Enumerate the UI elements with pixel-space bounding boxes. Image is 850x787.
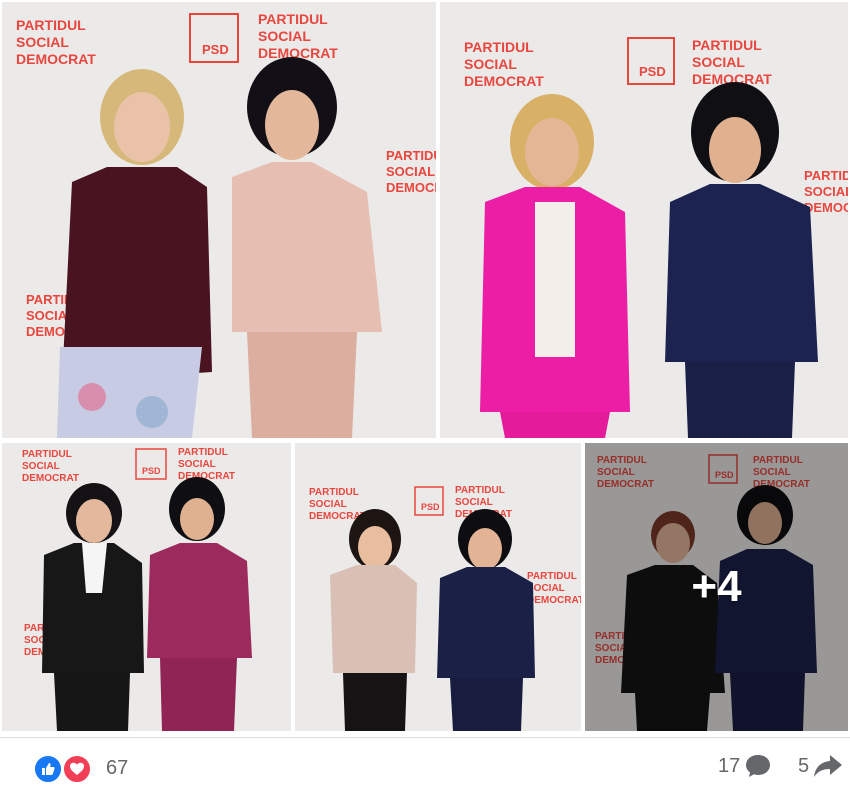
wordmark-text: PARTIDUL bbox=[16, 17, 86, 33]
wordmark-text: SOCIAL bbox=[16, 34, 69, 50]
photo-2[interactable]: PARTIDUL SOCIAL DEMOCRAT PSD PARTIDUL SO… bbox=[440, 2, 848, 438]
share-count-button[interactable]: 5 bbox=[798, 753, 843, 779]
person-pants bbox=[500, 412, 610, 438]
svg-text:SOCIAL: SOCIAL bbox=[178, 459, 216, 470]
svg-text:DEMOCRAT: DEMOCRAT bbox=[527, 595, 581, 606]
svg-text:PSD: PSD bbox=[639, 64, 666, 79]
person-skirt bbox=[247, 332, 357, 438]
photo-2-image: PARTIDUL SOCIAL DEMOCRAT PSD PARTIDUL SO… bbox=[440, 2, 848, 438]
svg-text:PARTIDUL: PARTIDUL bbox=[258, 11, 328, 27]
svg-text:PARTIDUL: PARTIDUL bbox=[309, 487, 359, 498]
svg-text:SOCIAL: SOCIAL bbox=[804, 184, 848, 199]
photo-4-image: PARTIDUL SOCIAL DEMOCRAT PSD PARTIDUL SO… bbox=[295, 443, 581, 731]
reaction-count[interactable]: 67 bbox=[106, 757, 128, 780]
svg-text:DEMOCRAT: DEMOCRAT bbox=[386, 180, 436, 195]
person-jacket bbox=[665, 184, 818, 362]
photo-1[interactable]: PARTIDUL SOCIAL DEMOCRAT PSD PARTIDUL SO… bbox=[2, 2, 436, 438]
svg-text:PARTIDUL: PARTIDUL bbox=[804, 168, 848, 183]
photo-3[interactable]: PARTIDUL SOCIAL DEMOCRAT PSD PARTIDUL SO… bbox=[2, 443, 291, 731]
svg-text:PARTIDUL: PARTIDUL bbox=[527, 571, 577, 582]
share-icon bbox=[814, 755, 843, 777]
svg-text:PARTIDUL: PARTIDUL bbox=[692, 37, 762, 53]
person-face bbox=[709, 117, 761, 183]
comment-count: 17 bbox=[718, 754, 741, 777]
share-count: 5 bbox=[798, 754, 810, 777]
svg-text:PARTIDUL: PARTIDUL bbox=[464, 39, 534, 55]
post-footer: 67 17 5 bbox=[0, 745, 850, 787]
svg-text:SOCIAL: SOCIAL bbox=[464, 56, 517, 72]
like-reaction-icon[interactable] bbox=[33, 754, 63, 784]
svg-text:SOCIAL: SOCIAL bbox=[258, 28, 311, 44]
photo-3-image: PARTIDUL SOCIAL DEMOCRAT PSD PARTIDUL SO… bbox=[2, 443, 291, 731]
person-skirt bbox=[685, 362, 795, 438]
person-face bbox=[525, 118, 579, 186]
svg-text:DEMOCRAT: DEMOCRAT bbox=[804, 200, 848, 215]
svg-text:DEMOCRAT: DEMOCRAT bbox=[22, 473, 79, 484]
footer-divider bbox=[0, 737, 850, 738]
svg-text:SOCIAL: SOCIAL bbox=[386, 164, 435, 179]
person-face bbox=[114, 92, 170, 162]
wordmark-text: DEMOCRAT bbox=[16, 51, 96, 67]
comment-icon bbox=[746, 755, 771, 777]
comment-count-button[interactable]: 17 bbox=[718, 753, 772, 779]
svg-text:PSD: PSD bbox=[142, 466, 161, 476]
svg-text:SOCIAL: SOCIAL bbox=[692, 54, 745, 70]
svg-text:PARTIDUL: PARTIDUL bbox=[22, 449, 72, 460]
svg-text:PARTIDUL: PARTIDUL bbox=[178, 447, 228, 458]
svg-text:PSD: PSD bbox=[421, 502, 440, 512]
svg-text:SOCIAL: SOCIAL bbox=[309, 499, 347, 510]
person-face bbox=[265, 90, 319, 160]
photo-4[interactable]: PARTIDUL SOCIAL DEMOCRAT PSD PARTIDUL SO… bbox=[295, 443, 581, 731]
logo-text: PSD bbox=[202, 42, 229, 57]
photo-1-image: PARTIDUL SOCIAL DEMOCRAT PSD PARTIDUL SO… bbox=[2, 2, 436, 438]
svg-text:PARTIDUL: PARTIDUL bbox=[455, 485, 505, 496]
svg-text:SOCIAL: SOCIAL bbox=[22, 461, 60, 472]
svg-text:SOCIAL: SOCIAL bbox=[455, 497, 493, 508]
svg-text:PARTIDUL: PARTIDUL bbox=[386, 148, 436, 163]
more-photos-overlay[interactable]: +4 bbox=[585, 443, 848, 731]
love-reaction-icon[interactable] bbox=[62, 754, 92, 784]
svg-text:DEMOCRAT: DEMOCRAT bbox=[464, 73, 544, 89]
more-photos-count: +4 bbox=[691, 562, 742, 611]
photo-5[interactable]: PARTIDUL SOCIAL DEMOCRAT PSD PARTIDUL SO… bbox=[585, 443, 848, 731]
